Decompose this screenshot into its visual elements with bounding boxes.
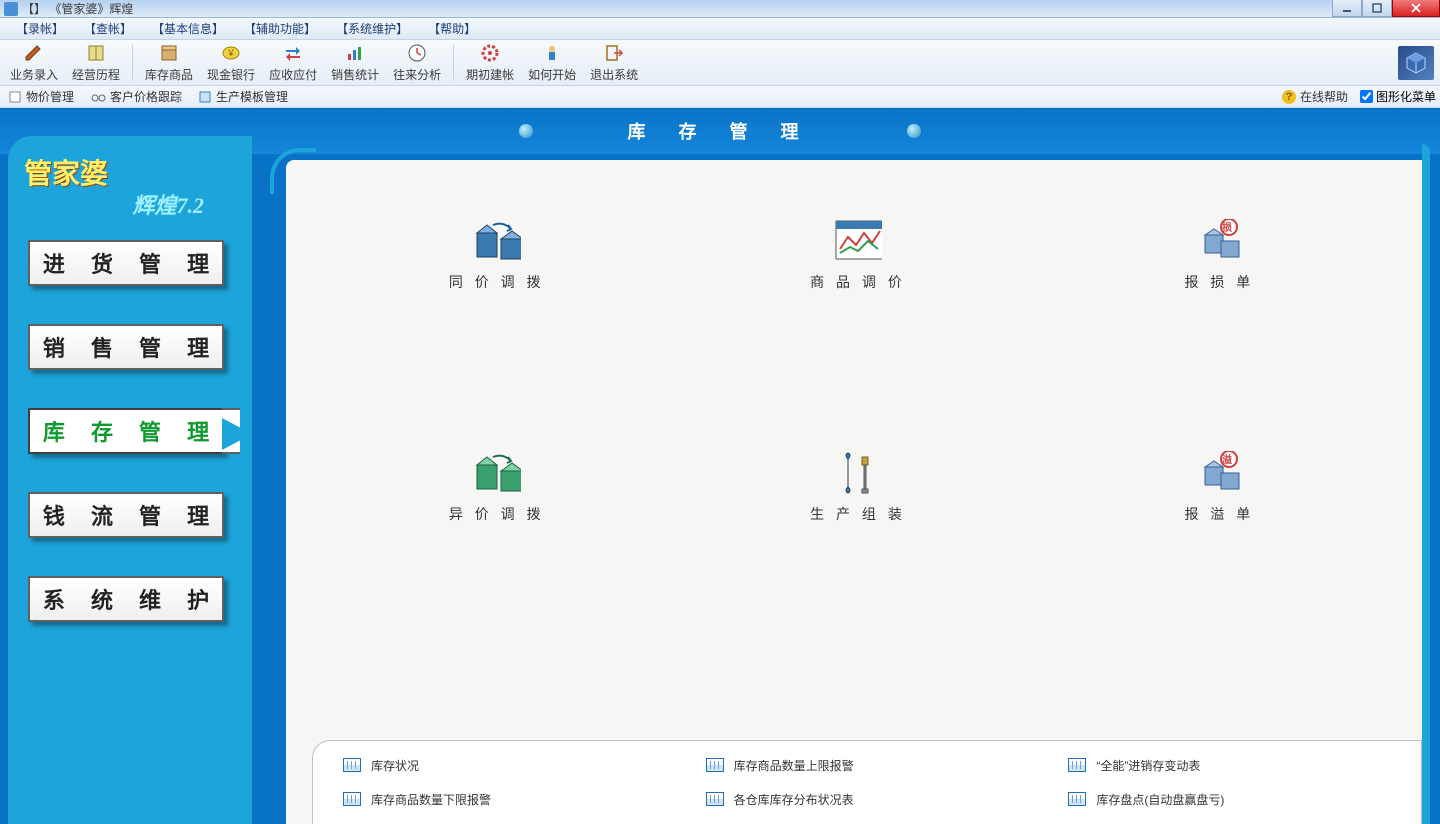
close-button[interactable] (1392, 0, 1440, 17)
tool2-price-manage[interactable]: 物价管理 (4, 87, 78, 106)
pencil-icon (23, 42, 45, 64)
money-icon: ￥ (220, 42, 242, 64)
tool-biz-history[interactable]: 经营历程 (66, 40, 126, 85)
cube-logo-icon (1398, 46, 1434, 80)
nav-inventory[interactable]: 库 存 管 理 (28, 408, 224, 454)
table-icon (1068, 792, 1086, 806)
tool-how-start[interactable]: 如何开始 (522, 40, 582, 85)
graphic-menu-toggle[interactable]: 图形化菜单 (1360, 88, 1436, 105)
app-icon (4, 2, 18, 16)
gear-icon (479, 42, 501, 64)
toolbar-separator (453, 45, 454, 81)
tool-sales-stats[interactable]: 销售统计 (325, 40, 385, 85)
logo-sub: 辉煌7.2 (24, 188, 240, 220)
graphic-menu-checkbox[interactable] (1360, 90, 1373, 103)
page-title: 库 存 管 理 (627, 118, 812, 144)
report-all-changes[interactable]: “全能”进销存变动表 (1068, 751, 1391, 779)
menu-help[interactable]: 【帮助】 (418, 18, 486, 39)
warehouse-transfer2-icon (473, 452, 521, 494)
arrows-icon (282, 42, 304, 64)
overflow-box-icon: 溢 (1195, 452, 1243, 494)
report-warehouse-distribution[interactable]: 各仓库库存分布状况表 (706, 785, 1029, 813)
deco-dot-right-icon (907, 124, 921, 138)
tools-icon (834, 452, 882, 494)
loss-box-icon: 损 (1195, 220, 1243, 262)
svg-text:￥: ￥ (227, 48, 236, 58)
person-icon (541, 42, 563, 64)
tool-contact-analysis[interactable]: 往来分析 (387, 40, 447, 85)
module-grid: 同 价 调 拨 商 品 调 价 损 报 损 单 异 价 调 拨 生 产 组 装 … (346, 220, 1370, 524)
template-icon (198, 90, 212, 104)
menu-query[interactable]: 【查帐】 (74, 18, 142, 39)
report-stock-check[interactable]: 库存盘点(自动盘赢盘亏) (1068, 785, 1391, 813)
nav-purchase[interactable]: 进 货 管 理 (28, 240, 224, 286)
module-same-price-transfer[interactable]: 同 价 调 拨 (449, 220, 545, 292)
deco-dot-left-icon (519, 124, 533, 138)
logo-area: 管家婆 辉煌7.2 (12, 140, 252, 226)
book-icon (85, 42, 107, 64)
sidebar: 管家婆 辉煌7.2 进 货 管 理 销 售 管 理 库 存 管 理 钱 流 管 … (8, 136, 252, 824)
menu-sys-maint[interactable]: 【系统维护】 (326, 18, 418, 39)
nav-sales[interactable]: 销 售 管 理 (28, 324, 224, 370)
glasses-icon (90, 90, 106, 104)
toolbar-separator (132, 45, 133, 81)
table-icon (706, 792, 724, 806)
report-stock-status[interactable]: 库存状况 (343, 751, 666, 779)
panel-right-edge (1422, 144, 1430, 824)
clock-icon (406, 42, 428, 64)
exit-icon (603, 42, 625, 64)
table-icon (343, 758, 361, 772)
menu-bar: 【录帐】 【查帐】 【基本信息】 【辅助功能】 【系统维护】 【帮助】 (0, 18, 1440, 40)
tool-cash-bank[interactable]: ￥现金银行 (201, 40, 261, 85)
module-production-assembly[interactable]: 生 产 组 装 (810, 452, 906, 524)
module-diff-price-transfer[interactable]: 异 价 调 拨 (449, 452, 545, 524)
report-upper-alarm[interactable]: 库存商品数量上限报警 (706, 751, 1029, 779)
main-toolbar: 业务录入 经营历程 库存商品 ￥现金银行 应收应付 销售统计 往来分析 期初建帐… (0, 40, 1440, 86)
tool-biz-entry[interactable]: 业务录入 (4, 40, 64, 85)
tool-receivable-payable[interactable]: 应收应付 (263, 40, 323, 85)
tool2-customer-price-track[interactable]: 客户价格跟踪 (86, 87, 186, 106)
question-icon: ? (1282, 90, 1296, 104)
chart-icon (344, 42, 366, 64)
table-icon (706, 758, 724, 772)
main-area: 库 存 管 理 管家婆 辉煌7.2 进 货 管 理 销 售 管 理 库 存 管 … (0, 108, 1440, 824)
title-bar: 【】 《管家婆》辉煌 (0, 0, 1440, 18)
warehouse-transfer-icon (473, 220, 521, 262)
menu-aux[interactable]: 【辅助功能】 (234, 18, 326, 39)
nav-sysmaint[interactable]: 系 统 维 护 (28, 576, 224, 622)
svg-text:损: 损 (1222, 221, 1236, 234)
price-chart-icon (834, 220, 882, 262)
secondary-toolbar: 物价管理 客户价格跟踪 生产模板管理 ?在线帮助 图形化菜单 (0, 86, 1440, 108)
maximize-button[interactable] (1362, 0, 1392, 17)
window-title: 【】 《管家婆》辉煌 (22, 0, 133, 17)
table-icon (1068, 758, 1086, 772)
window-controls (1332, 0, 1440, 17)
doc-icon (8, 90, 22, 104)
minimize-button[interactable] (1332, 0, 1362, 17)
main-panel: 同 价 调 拨 商 品 调 价 损 报 损 单 异 价 调 拨 生 产 组 装 … (286, 160, 1430, 824)
sidebar-frame: 管家婆 辉煌7.2 进 货 管 理 销 售 管 理 库 存 管 理 钱 流 管 … (8, 136, 252, 824)
nav-column: 进 货 管 理 销 售 管 理 库 存 管 理 钱 流 管 理 系 统 维 护 (12, 234, 252, 628)
nav-cashflow[interactable]: 钱 流 管 理 (28, 492, 224, 538)
table-icon (343, 792, 361, 806)
tool-init-accounts[interactable]: 期初建帐 (460, 40, 520, 85)
menu-basic-info[interactable]: 【基本信息】 (142, 18, 234, 39)
tool2-prod-template[interactable]: 生产模板管理 (194, 87, 292, 106)
tool-exit[interactable]: 退出系统 (584, 40, 644, 85)
menu-record[interactable]: 【录帐】 (6, 18, 74, 39)
logo-main: 管家婆 (24, 152, 240, 192)
tool-inventory-goods[interactable]: 库存商品 (139, 40, 199, 85)
report-lower-alarm[interactable]: 库存商品数量下限报警 (343, 785, 666, 813)
online-help-link[interactable]: ?在线帮助 (1278, 87, 1352, 106)
module-overflow-report[interactable]: 溢 报 溢 单 (1184, 452, 1254, 524)
module-loss-report[interactable]: 损 报 损 单 (1184, 220, 1254, 292)
reports-panel: 库存状况 库存商品数量上限报警 “全能”进销存变动表 库存商品数量下限报警 各仓… (312, 740, 1422, 824)
svg-text:溢: 溢 (1222, 453, 1236, 466)
box-icon (158, 42, 180, 64)
module-price-adjust[interactable]: 商 品 调 价 (810, 220, 906, 292)
